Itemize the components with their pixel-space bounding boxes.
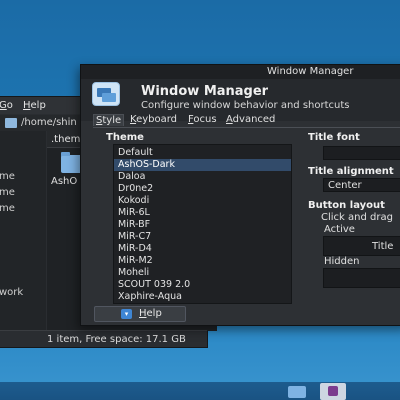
folder-icon[interactable] bbox=[288, 386, 306, 398]
theme-list[interactable]: Default AshOS-Dark Daloa Dr0ne2 Kokodi M… bbox=[113, 144, 292, 304]
help-button[interactable]: ▾ Help bbox=[94, 306, 186, 322]
title-alignment-select[interactable]: Center bbox=[323, 178, 400, 192]
tab-advanced[interactable]: Advanced bbox=[224, 114, 277, 125]
title-bar[interactable]: Window Manager bbox=[81, 65, 400, 79]
title-alignment-label: Title alignment bbox=[308, 166, 394, 177]
button-layout-label: Button layout bbox=[308, 200, 385, 211]
hidden-label: Hidden bbox=[324, 256, 360, 267]
theme-label: Theme bbox=[106, 132, 144, 143]
active-label: Active bbox=[324, 224, 355, 235]
header-title: Window Manager bbox=[141, 84, 269, 99]
help-icon: ▾ bbox=[121, 309, 132, 319]
title-font-button[interactable] bbox=[323, 146, 400, 160]
header-subtitle: Configure window behavior and shortcuts bbox=[141, 100, 350, 111]
list-item[interactable]: Default bbox=[114, 147, 291, 159]
window-manager-icon bbox=[92, 82, 120, 106]
window-manager-icon[interactable] bbox=[320, 383, 346, 400]
status-text: 1 item, Free space: 17.1 GB bbox=[47, 334, 186, 345]
tab-keyboard[interactable]: Keyboard bbox=[128, 114, 179, 125]
path-text: /home/shin bbox=[21, 117, 77, 128]
menu-go[interactable]: Go bbox=[0, 100, 13, 111]
sidebar: me me me work bbox=[0, 131, 46, 331]
style-panel: Theme Default AshOS-Dark Daloa Dr0ne2 Ko… bbox=[93, 127, 400, 307]
list-item[interactable]: Kokodi bbox=[114, 195, 291, 207]
status-bar: 1 item, Free space: 17.1 GB bbox=[0, 330, 207, 347]
sidebar-item[interactable]: me bbox=[0, 171, 15, 182]
title-placeholder[interactable]: Title bbox=[372, 241, 393, 252]
list-item[interactable]: AshOS-Dark bbox=[114, 159, 291, 171]
title-font-label: Title font bbox=[308, 132, 360, 143]
window-manager-dialog[interactable]: Window Manager Window Manager Configure … bbox=[80, 64, 400, 326]
sidebar-item[interactable]: work bbox=[0, 287, 23, 298]
list-item[interactable]: Daloa bbox=[114, 171, 291, 183]
title-alignment-value: Center bbox=[328, 180, 362, 191]
list-item[interactable]: Moheli bbox=[114, 267, 291, 279]
menu-help[interactable]: Help bbox=[23, 100, 46, 111]
list-item[interactable]: MiR-D4 bbox=[114, 243, 291, 255]
list-item[interactable]: MiR-M2 bbox=[114, 255, 291, 267]
tab-focus[interactable]: Focus bbox=[186, 114, 219, 125]
list-item[interactable]: Xaphire-Aqua bbox=[114, 291, 291, 303]
list-item[interactable]: MiR-6L bbox=[114, 207, 291, 219]
active-layout-area[interactable]: Title bbox=[323, 236, 400, 256]
sidebar-item[interactable]: me bbox=[0, 187, 15, 198]
window-title: Window Manager bbox=[267, 66, 354, 77]
tab-style[interactable]: Style bbox=[93, 114, 125, 126]
taskbar bbox=[0, 382, 400, 400]
hidden-layout-area[interactable] bbox=[323, 268, 400, 288]
sidebar-item[interactable]: me bbox=[0, 203, 15, 214]
list-item[interactable]: MiR-C7 bbox=[114, 231, 291, 243]
button-layout-hint: Click and drag bbox=[321, 212, 393, 223]
list-item[interactable]: Dr0ne2 bbox=[114, 183, 291, 195]
folder-icon bbox=[5, 118, 17, 128]
file-label[interactable]: AshO bbox=[51, 176, 77, 187]
list-item[interactable]: SCOUT 039 2.0 bbox=[114, 279, 291, 291]
list-item[interactable]: MiR-BF bbox=[114, 219, 291, 231]
